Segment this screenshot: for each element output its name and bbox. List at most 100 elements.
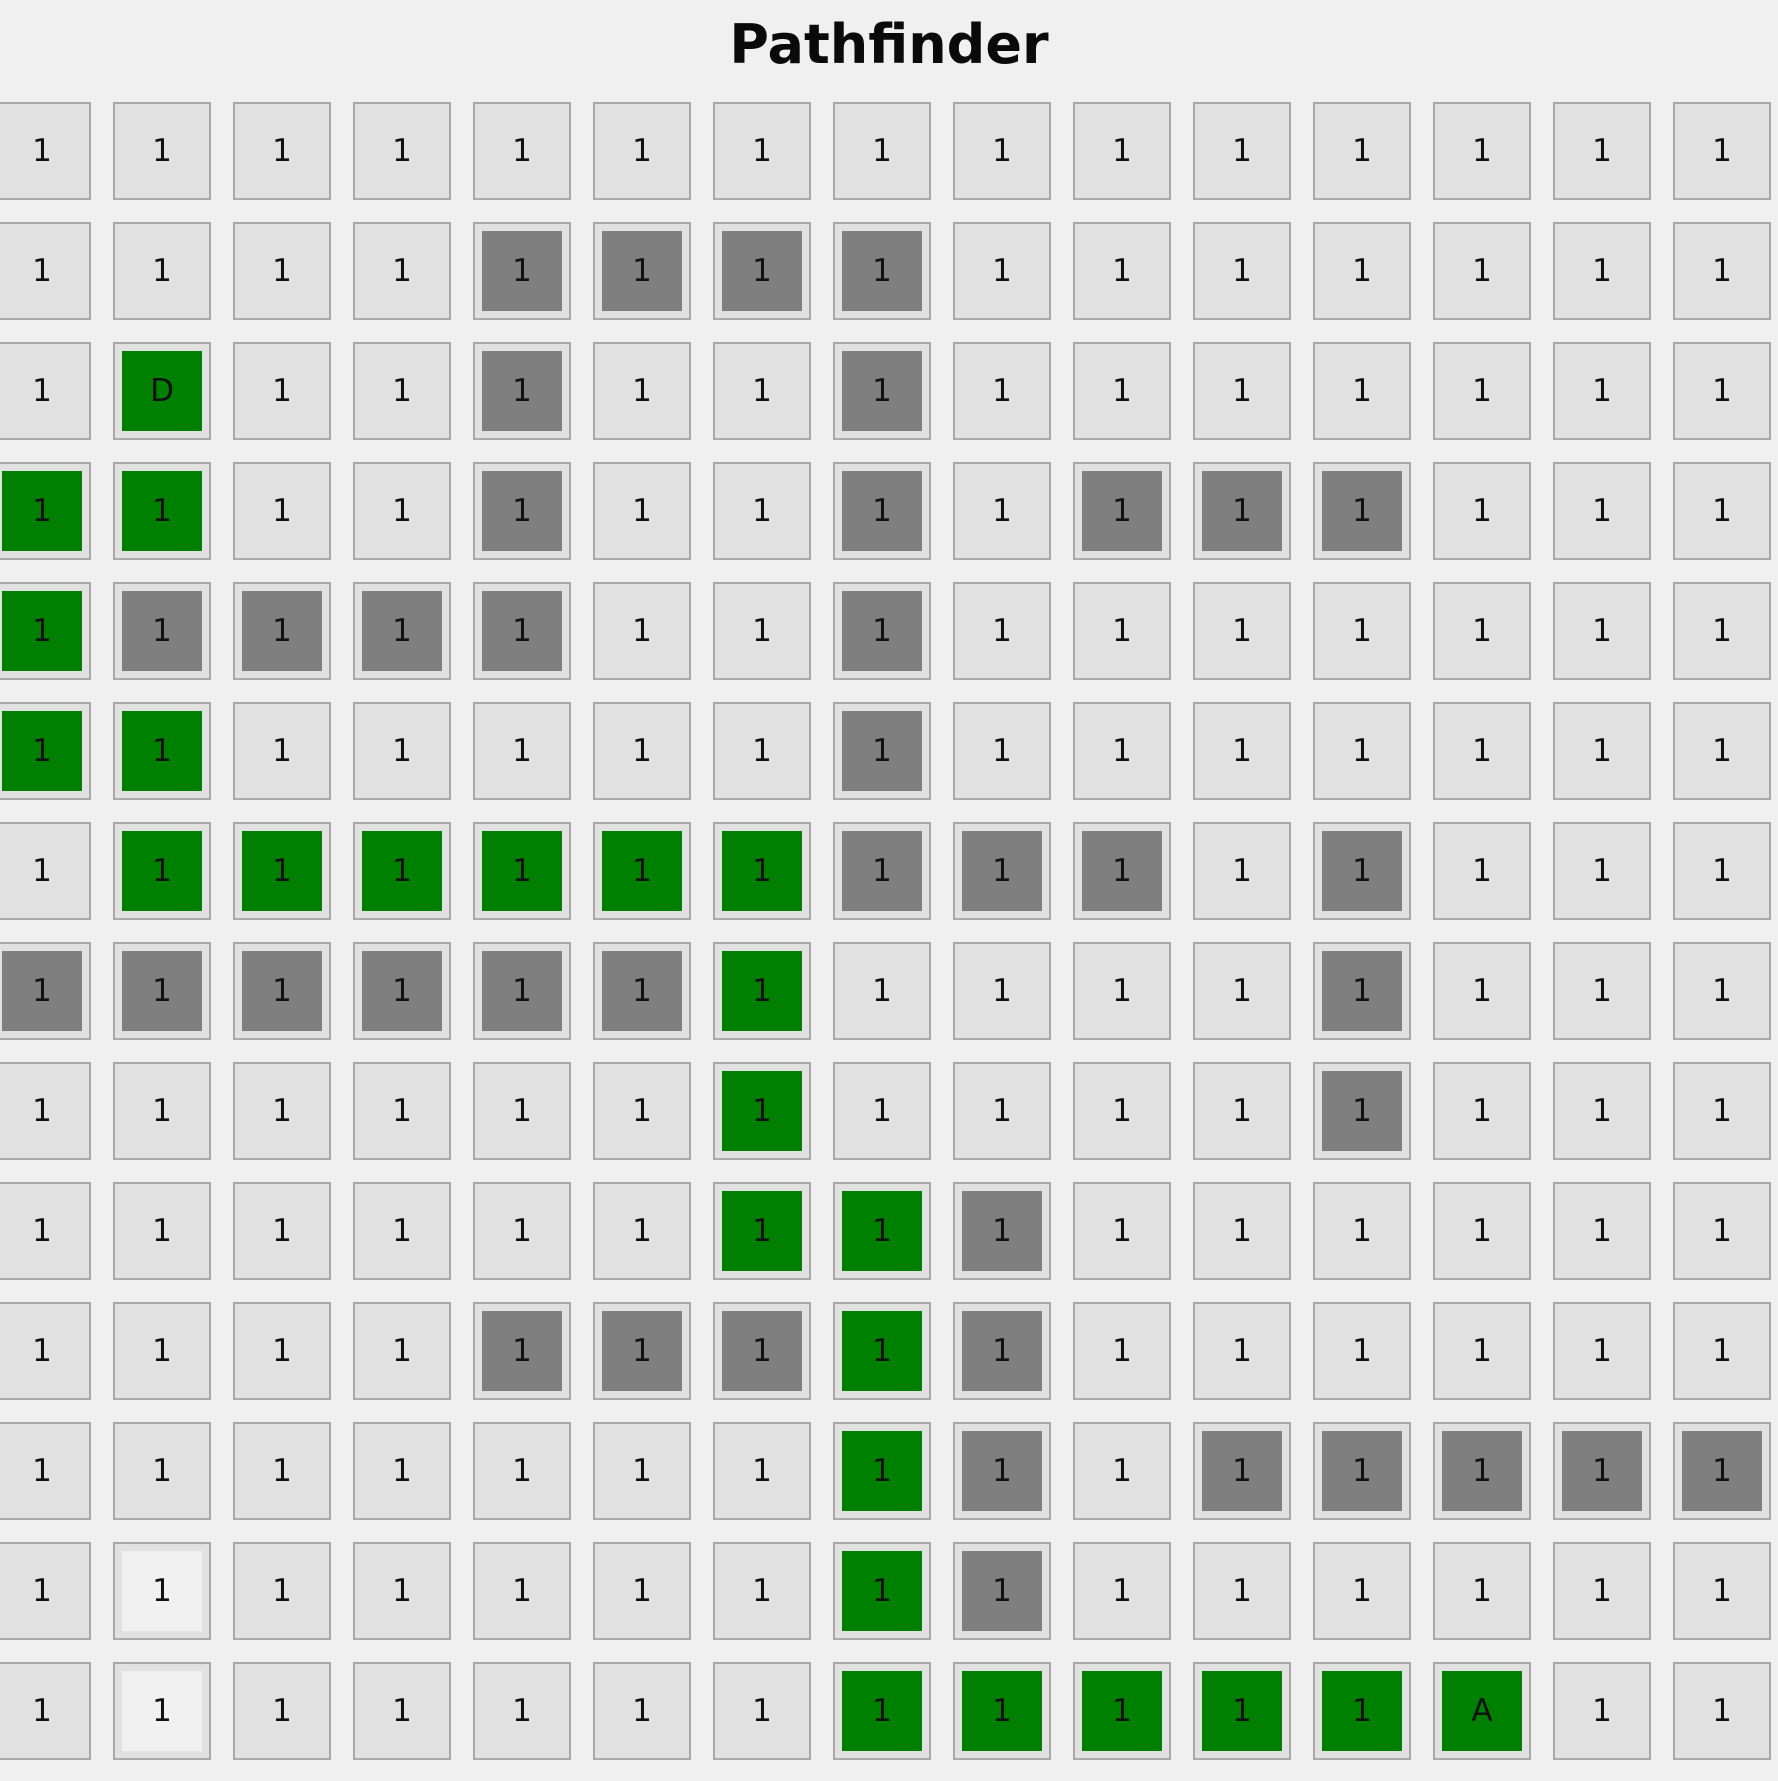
grid-cell-r8-c11[interactable]: 1 — [1313, 1062, 1411, 1160]
grid-cell-r3-c11[interactable]: 1 — [1313, 462, 1411, 560]
grid-cell-r8-c1[interactable]: 1 — [113, 1062, 211, 1160]
grid-cell-r1-c12[interactable]: 1 — [1433, 222, 1531, 320]
grid-cell-r13-c5[interactable]: 1 — [593, 1662, 691, 1760]
grid-cell-r3-c1[interactable]: 1 — [113, 462, 211, 560]
grid-cell-r10-c5[interactable]: 1 — [593, 1302, 691, 1400]
grid-cell-r5-c13[interactable]: 1 — [1553, 702, 1651, 800]
grid-cell-r4-c14[interactable]: 1 — [1673, 582, 1771, 680]
grid-cell-r2-c10[interactable]: 1 — [1193, 342, 1291, 440]
grid-cell-r4-c8[interactable]: 1 — [953, 582, 1051, 680]
grid-cell-r6-c1[interactable]: 1 — [113, 822, 211, 920]
grid-cell-r11-c1[interactable]: 1 — [113, 1422, 211, 1520]
grid-cell-r1-c14[interactable]: 1 — [1673, 222, 1771, 320]
grid-cell-r10-c10[interactable]: 1 — [1193, 1302, 1291, 1400]
grid-cell-r5-c3[interactable]: 1 — [353, 702, 451, 800]
grid-cell-r7-c14[interactable]: 1 — [1673, 942, 1771, 1040]
grid-cell-r10-c7[interactable]: 1 — [833, 1302, 931, 1400]
grid-cell-r12-c7[interactable]: 1 — [833, 1542, 931, 1640]
grid-cell-r13-c2[interactable]: 1 — [233, 1662, 331, 1760]
grid-cell-r7-c2[interactable]: 1 — [233, 942, 331, 1040]
grid-cell-r9-c14[interactable]: 1 — [1673, 1182, 1771, 1280]
grid-cell-r7-c1[interactable]: 1 — [113, 942, 211, 1040]
grid-cell-r8-c10[interactable]: 1 — [1193, 1062, 1291, 1160]
grid-cell-r13-c3[interactable]: 1 — [353, 1662, 451, 1760]
grid-cell-r1-c2[interactable]: 1 — [233, 222, 331, 320]
grid-cell-r13-c7[interactable]: 1 — [833, 1662, 931, 1760]
grid-cell-r9-c12[interactable]: 1 — [1433, 1182, 1531, 1280]
grid-cell-r7-c3[interactable]: 1 — [353, 942, 451, 1040]
grid-cell-r9-c9[interactable]: 1 — [1073, 1182, 1171, 1280]
grid-cell-r12-c11[interactable]: 1 — [1313, 1542, 1411, 1640]
grid-cell-r4-c6[interactable]: 1 — [713, 582, 811, 680]
grid-cell-r3-c9[interactable]: 1 — [1073, 462, 1171, 560]
grid-cell-r2-c9[interactable]: 1 — [1073, 342, 1171, 440]
grid-cell-r8-c2[interactable]: 1 — [233, 1062, 331, 1160]
grid-cell-r8-c13[interactable]: 1 — [1553, 1062, 1651, 1160]
grid-cell-r2-c6[interactable]: 1 — [713, 342, 811, 440]
grid-cell-r7-c5[interactable]: 1 — [593, 942, 691, 1040]
grid-cell-r9-c3[interactable]: 1 — [353, 1182, 451, 1280]
grid-cell-r3-c12[interactable]: 1 — [1433, 462, 1531, 560]
grid-cell-r5-c0[interactable]: 1 — [0, 702, 91, 800]
grid-cell-r4-c5[interactable]: 1 — [593, 582, 691, 680]
grid-cell-r5-c6[interactable]: 1 — [713, 702, 811, 800]
grid-cell-r2-c4[interactable]: 1 — [473, 342, 571, 440]
grid-cell-r0-c8[interactable]: 1 — [953, 102, 1051, 200]
grid-cell-r11-c12[interactable]: 1 — [1433, 1422, 1531, 1520]
grid-cell-r12-c2[interactable]: 1 — [233, 1542, 331, 1640]
grid-cell-r13-c14[interactable]: 1 — [1673, 1662, 1771, 1760]
grid-cell-r1-c3[interactable]: 1 — [353, 222, 451, 320]
grid-cell-r11-c5[interactable]: 1 — [593, 1422, 691, 1520]
grid-cell-r4-c2[interactable]: 1 — [233, 582, 331, 680]
grid-cell-r13-c8[interactable]: 1 — [953, 1662, 1051, 1760]
grid-cell-r2-c3[interactable]: 1 — [353, 342, 451, 440]
grid-cell-r6-c10[interactable]: 1 — [1193, 822, 1291, 920]
grid-cell-r11-c2[interactable]: 1 — [233, 1422, 331, 1520]
grid-cell-r12-c0[interactable]: 1 — [0, 1542, 91, 1640]
grid-cell-r8-c6[interactable]: 1 — [713, 1062, 811, 1160]
grid-cell-r7-c13[interactable]: 1 — [1553, 942, 1651, 1040]
grid-cell-r3-c14[interactable]: 1 — [1673, 462, 1771, 560]
grid-cell-r11-c7[interactable]: 1 — [833, 1422, 931, 1520]
grid-cell-r6-c9[interactable]: 1 — [1073, 822, 1171, 920]
grid-cell-r12-c3[interactable]: 1 — [353, 1542, 451, 1640]
grid-cell-r12-c5[interactable]: 1 — [593, 1542, 691, 1640]
grid-cell-r0-c11[interactable]: 1 — [1313, 102, 1411, 200]
grid-cell-r3-c2[interactable]: 1 — [233, 462, 331, 560]
grid-cell-r1-c6[interactable]: 1 — [713, 222, 811, 320]
grid-cell-r13-c12[interactable]: A — [1433, 1662, 1531, 1760]
grid-cell-r11-c8[interactable]: 1 — [953, 1422, 1051, 1520]
grid-cell-r12-c9[interactable]: 1 — [1073, 1542, 1171, 1640]
grid-cell-r13-c9[interactable]: 1 — [1073, 1662, 1171, 1760]
grid-cell-r2-c8[interactable]: 1 — [953, 342, 1051, 440]
grid-cell-r6-c2[interactable]: 1 — [233, 822, 331, 920]
grid-cell-r13-c6[interactable]: 1 — [713, 1662, 811, 1760]
grid-cell-r9-c8[interactable]: 1 — [953, 1182, 1051, 1280]
grid-cell-r9-c5[interactable]: 1 — [593, 1182, 691, 1280]
grid-cell-r2-c11[interactable]: 1 — [1313, 342, 1411, 440]
grid-cell-r12-c10[interactable]: 1 — [1193, 1542, 1291, 1640]
grid-cell-r13-c1[interactable]: 1 — [113, 1662, 211, 1760]
grid-cell-r1-c0[interactable]: 1 — [0, 222, 91, 320]
grid-cell-r12-c6[interactable]: 1 — [713, 1542, 811, 1640]
grid-cell-r6-c0[interactable]: 1 — [0, 822, 91, 920]
grid-cell-r0-c3[interactable]: 1 — [353, 102, 451, 200]
grid-cell-r9-c7[interactable]: 1 — [833, 1182, 931, 1280]
grid-cell-r9-c2[interactable]: 1 — [233, 1182, 331, 1280]
grid-cell-r13-c13[interactable]: 1 — [1553, 1662, 1651, 1760]
grid-cell-r3-c4[interactable]: 1 — [473, 462, 571, 560]
grid-cell-r2-c5[interactable]: 1 — [593, 342, 691, 440]
grid-cell-r2-c7[interactable]: 1 — [833, 342, 931, 440]
grid-cell-r6-c6[interactable]: 1 — [713, 822, 811, 920]
grid-cell-r6-c14[interactable]: 1 — [1673, 822, 1771, 920]
grid-cell-r13-c0[interactable]: 1 — [0, 1662, 91, 1760]
grid-cell-r8-c3[interactable]: 1 — [353, 1062, 451, 1160]
grid-cell-r2-c0[interactable]: 1 — [0, 342, 91, 440]
grid-cell-r6-c7[interactable]: 1 — [833, 822, 931, 920]
grid-cell-r11-c10[interactable]: 1 — [1193, 1422, 1291, 1520]
grid-cell-r6-c8[interactable]: 1 — [953, 822, 1051, 920]
grid-cell-r11-c14[interactable]: 1 — [1673, 1422, 1771, 1520]
grid-cell-r10-c1[interactable]: 1 — [113, 1302, 211, 1400]
grid-cell-r12-c4[interactable]: 1 — [473, 1542, 571, 1640]
grid-cell-r5-c11[interactable]: 1 — [1313, 702, 1411, 800]
